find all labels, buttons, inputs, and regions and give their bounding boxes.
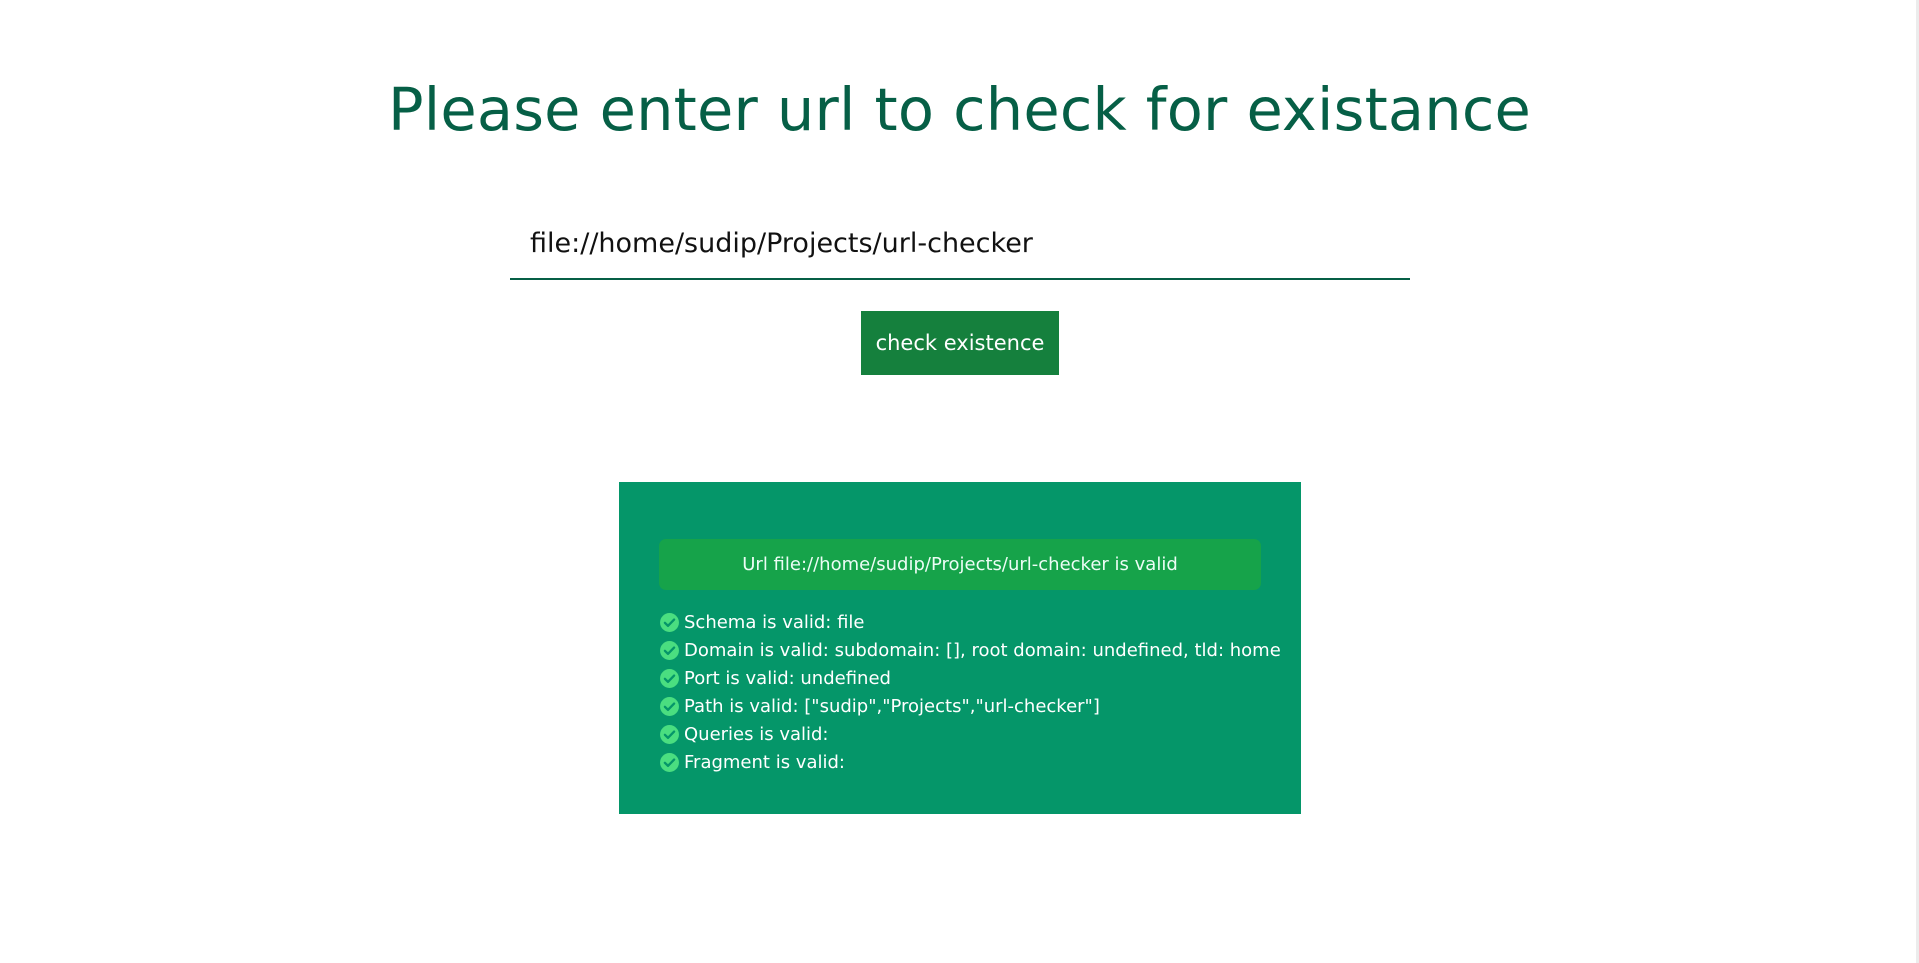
page: Please enter url to check for existance …	[0, 0, 1919, 963]
check-circle-icon	[660, 696, 679, 716]
check-item-label: Fragment is valid:	[684, 751, 845, 773]
check-item-label: Schema is valid: file	[684, 611, 865, 633]
check-item-domain: Domain is valid: subdomain: [], root dom…	[659, 636, 1281, 664]
check-item-queries: Queries is valid:	[659, 720, 1261, 748]
check-circle-icon	[660, 752, 679, 772]
check-circle-icon	[660, 724, 679, 744]
check-item-fragment: Fragment is valid:	[659, 748, 1261, 776]
check-item-label: Port is valid: undefined	[684, 667, 891, 689]
check-item-port: Port is valid: undefined	[659, 664, 1261, 692]
validation-checks-list: Schema is valid: file Domain is valid: s…	[659, 608, 1281, 776]
check-item-label: Path is valid: ["sudip","Projects","url-…	[684, 695, 1100, 717]
check-circle-icon	[660, 640, 679, 660]
check-existence-button[interactable]: check existence	[861, 311, 1059, 375]
check-item-label: Domain is valid: subdomain: [], root dom…	[684, 639, 1281, 661]
check-item-label: Queries is valid:	[684, 723, 829, 745]
result-panel: Url file://home/sudip/Projects/url-check…	[619, 482, 1301, 814]
url-input[interactable]	[510, 208, 1410, 280]
page-title: Please enter url to check for existance	[387, 75, 1532, 144]
check-item-schema: Schema is valid: file	[659, 608, 1261, 636]
check-circle-icon	[660, 612, 679, 632]
valid-url-banner: Url file://home/sudip/Projects/url-check…	[659, 539, 1261, 590]
check-item-path: Path is valid: ["sudip","Projects","url-…	[659, 692, 1261, 720]
check-circle-icon	[660, 668, 679, 688]
